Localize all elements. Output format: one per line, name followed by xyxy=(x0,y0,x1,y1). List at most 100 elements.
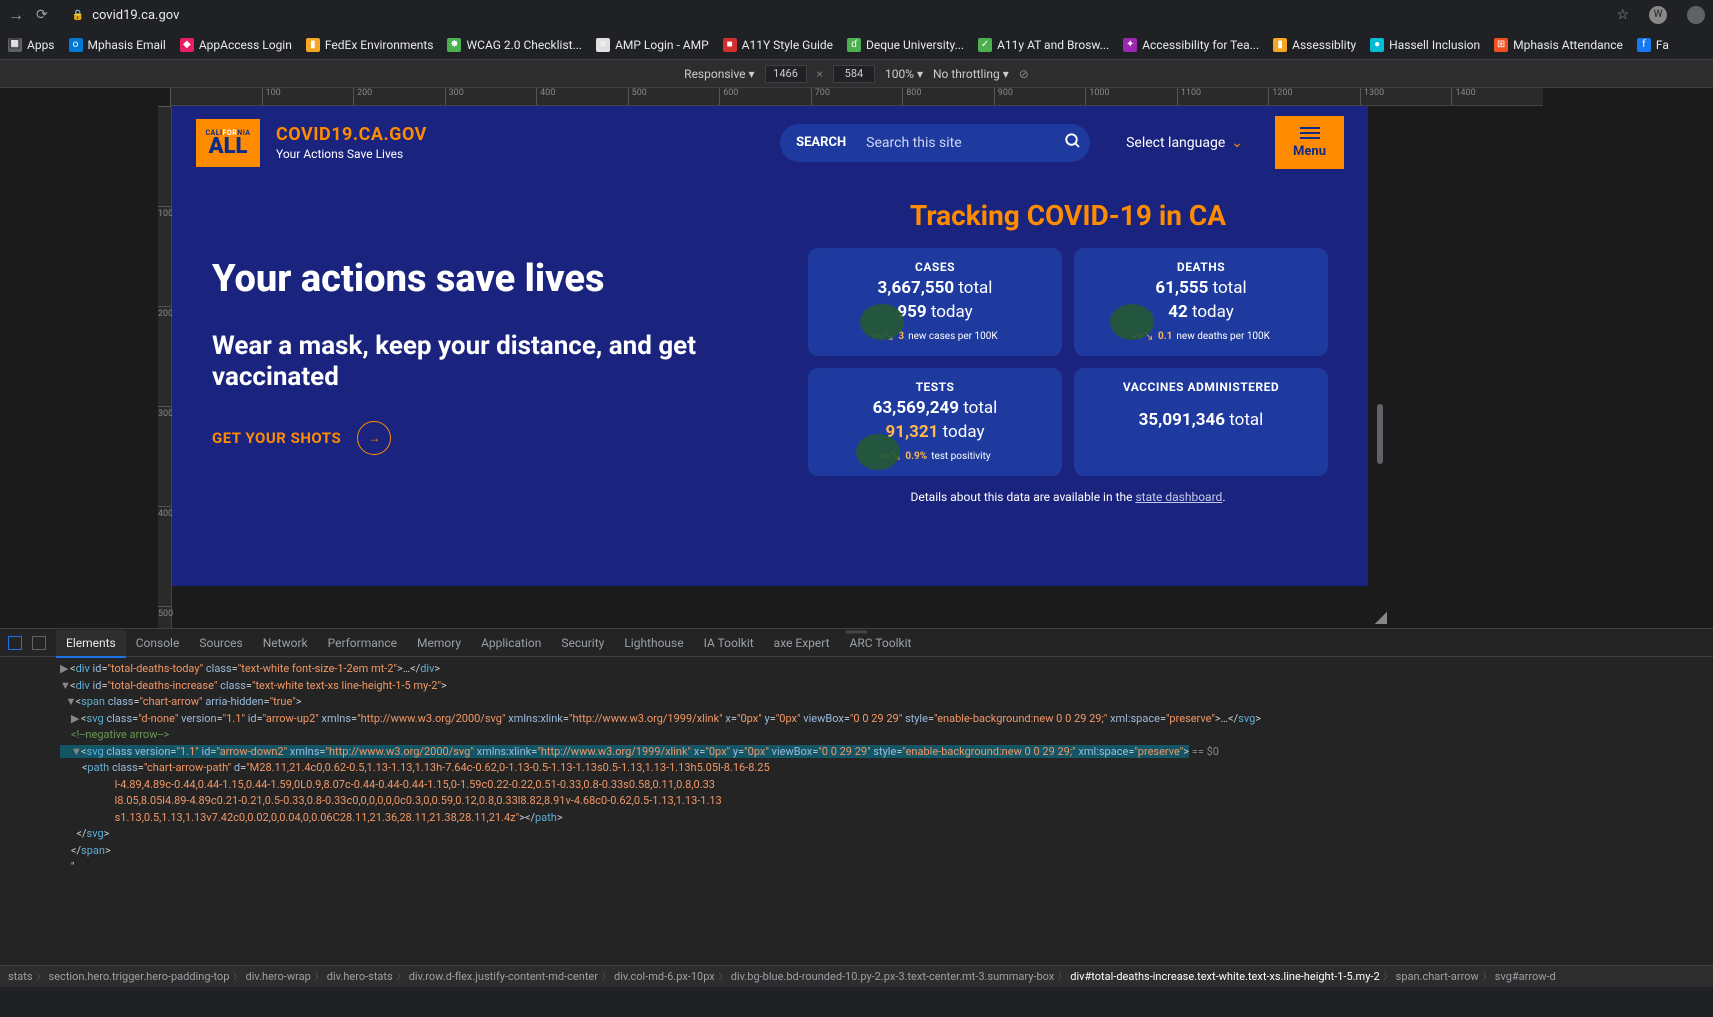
bookmark-item[interactable]: ✸WCAG 2.0 Checklist... xyxy=(447,38,582,52)
bookmark-label: Fa xyxy=(1656,38,1669,52)
bookmark-label: FedEx Environments xyxy=(325,38,434,52)
hero-section: Your actions save lives Wear a mask, kee… xyxy=(172,179,1368,524)
details-line: Details about this data are available in… xyxy=(808,490,1328,504)
site-title[interactable]: COVID19.CA.GOV xyxy=(276,124,427,145)
browser-toolbar: → ⟳ 🔒 covid19.ca.gov ☆ W xyxy=(0,0,1713,30)
bookmark-favicon: ■ xyxy=(723,38,737,52)
annotation-marker xyxy=(1110,304,1154,340)
devtools-device-toolbar: Responsive ▾ × 100% ▾ No throttling ▾ ⊘ xyxy=(0,60,1713,88)
responsive-dropdown[interactable]: Responsive ▾ xyxy=(684,67,754,81)
breadcrumb-item[interactable]: svg#arrow-d xyxy=(1495,970,1556,983)
stat-tests[interactable]: TESTS 63,569,249 total 91,321 today 〰↘0.… xyxy=(808,368,1062,476)
cta-button[interactable]: GET YOUR SHOTS → xyxy=(212,421,778,455)
stat-detail: 〰↘3 new cases per 100K xyxy=(818,328,1052,344)
bookmark-label: Deque University... xyxy=(866,38,964,52)
bookmark-item[interactable]: ■A11Y Style Guide xyxy=(723,38,833,52)
zoom-dropdown[interactable]: 100% ▾ xyxy=(885,67,923,81)
panel-splitter[interactable]: ═══ xyxy=(846,627,867,638)
breadcrumb-item[interactable]: div.hero-stats xyxy=(327,970,393,983)
stat-today: 91,321 today xyxy=(818,422,1052,442)
state-dashboard-link[interactable]: state dashboard xyxy=(1135,490,1222,504)
bookmark-item[interactable]: 🔲Apps xyxy=(8,38,55,52)
menu-button[interactable]: Menu xyxy=(1275,116,1344,169)
stat-label: CASES xyxy=(818,260,1052,274)
bookmarks-bar: 🔲Apps oMphasis Email ◆AppAccess Login ▮ FedE… xyxy=(0,30,1713,60)
bookmark-label: Mphasis Email xyxy=(88,38,166,52)
breadcrumb-item[interactable]: stats xyxy=(8,970,33,983)
devtools-tab[interactable]: Sources xyxy=(189,630,252,656)
bookmark-item[interactable]: ▮ FedEx Environments xyxy=(306,38,434,52)
site-title-block: COVID19.CA.GOV Your Actions Save Lives xyxy=(276,124,427,161)
breadcrumb-item[interactable]: div.row.d-flex.justify-content-md-center xyxy=(409,970,598,983)
bookmark-item[interactable]: ≡AMP Login - AMP xyxy=(596,38,709,52)
california-logo[interactable]: CALIFORNIA ALL xyxy=(196,119,260,167)
bookmark-item[interactable]: fFa xyxy=(1637,38,1669,52)
search-icon[interactable] xyxy=(1064,132,1082,154)
bookmark-star-icon[interactable]: ☆ xyxy=(1616,7,1629,23)
search-input[interactable] xyxy=(866,135,1044,151)
bookmark-item[interactable]: ▮Assessiblity xyxy=(1273,38,1356,52)
language-selector[interactable]: Select language ⌄ xyxy=(1126,135,1243,151)
hero-left: Your actions save lives Wear a mask, kee… xyxy=(212,199,778,504)
url-text: covid19.ca.gov xyxy=(92,8,179,23)
bookmark-favicon: ✦ xyxy=(1123,38,1137,52)
reload-button[interactable]: ⟳ xyxy=(36,7,48,23)
stat-label: TESTS xyxy=(818,380,1052,394)
stat-detail: 〰↘0.9% test positivity xyxy=(818,448,1052,464)
dim-separator: × xyxy=(817,67,823,81)
stat-total: 61,555 total xyxy=(1084,278,1318,298)
bookmark-favicon: ▮ xyxy=(306,38,320,52)
device-mode-icon[interactable] xyxy=(32,636,46,650)
stat-vaccines[interactable]: VACCINES ADMINISTERED 35,091,346 total xyxy=(1074,368,1328,476)
address-bar[interactable]: 🔒 covid19.ca.gov xyxy=(60,8,1605,23)
devtools-tab[interactable]: Performance xyxy=(318,630,407,656)
stat-total: 63,569,249 total xyxy=(818,398,1052,418)
bookmark-item[interactable]: ⊞Mphasis Attendance xyxy=(1494,38,1623,52)
menu-label: Menu xyxy=(1293,144,1326,159)
bookmark-favicon: ≡ xyxy=(596,38,610,52)
devtools-tab[interactable]: Memory xyxy=(407,630,471,656)
rotate-icon[interactable]: ⊘ xyxy=(1019,67,1029,81)
elements-breadcrumb[interactable]: stats〉section.hero.trigger.hero-padding-… xyxy=(0,965,1713,987)
devtools-tab[interactable]: Lighthouse xyxy=(614,630,693,656)
stat-deaths[interactable]: DEATHS 61,555 total 42 today 〰↘0.1 new d… xyxy=(1074,248,1328,356)
viewport-container: 1002003004005006007008009001000110012001… xyxy=(0,88,1713,628)
hero-heading: Your actions save lives xyxy=(212,259,778,301)
breadcrumb-item[interactable]: span.chart-arrow xyxy=(1396,970,1479,983)
stat-total: 3,667,550 total xyxy=(818,278,1052,298)
devtools-tab[interactable]: IA Toolkit xyxy=(694,630,764,656)
profile-icon[interactable] xyxy=(1687,6,1705,24)
bookmark-item[interactable]: ◆AppAccess Login xyxy=(180,38,292,52)
throttle-dropdown[interactable]: No throttling ▾ xyxy=(933,67,1009,81)
devtools-tab[interactable]: Network xyxy=(253,630,318,656)
breadcrumb-item[interactable]: div.bg-blue.bd-rounded-10.py-2.px-3.text… xyxy=(731,970,1055,983)
viewport-height-input[interactable] xyxy=(833,65,875,83)
bookmark-item[interactable]: ✦Accessibility for Tea... xyxy=(1123,38,1259,52)
annotation-marker xyxy=(856,434,900,470)
search-bar[interactable]: SEARCH xyxy=(780,124,1090,162)
devtools-tab[interactable]: Security xyxy=(551,630,614,656)
breadcrumb-item[interactable]: section.hero.trigger.hero-padding-top xyxy=(49,970,230,983)
bookmark-item[interactable]: oMphasis Email xyxy=(69,38,166,52)
breadcrumb-item[interactable]: div.hero-wrap xyxy=(245,970,310,983)
bookmark-item[interactable]: ɗDeque University... xyxy=(847,38,964,52)
stat-label: DEATHS xyxy=(1084,260,1318,274)
viewport-width-input[interactable] xyxy=(765,65,807,83)
inspect-icon[interactable] xyxy=(8,636,22,650)
devtools-tab[interactable]: Elements xyxy=(56,630,126,658)
devtools-panel: ElementsConsoleSourcesNetworkPerformance… xyxy=(0,628,1713,987)
bookmark-item[interactable]: ● Hassell Inclusion xyxy=(1370,38,1480,52)
scrollbar-thumb[interactable] xyxy=(1377,404,1383,464)
bookmark-favicon: ● xyxy=(1370,38,1384,52)
stat-cases[interactable]: CASES 3,667,550 total 959 today 〰↘3 new … xyxy=(808,248,1062,356)
devtools-tab[interactable]: Application xyxy=(471,630,551,656)
bookmark-item[interactable]: ✓A11y AT and Brosw... xyxy=(978,38,1109,52)
devtools-tab[interactable]: axe Expert xyxy=(764,630,840,656)
breadcrumb-item[interactable]: div.col-md-6.px-10px xyxy=(614,970,715,983)
forward-button[interactable]: → xyxy=(8,5,24,25)
breadcrumb-item[interactable]: div#total-deaths-increase.text-white.tex… xyxy=(1070,970,1379,983)
resize-handle-icon[interactable]: ◢ xyxy=(1375,607,1387,626)
bookmark-label: Hassell Inclusion xyxy=(1389,38,1480,52)
extension-icon[interactable]: W xyxy=(1649,6,1667,24)
elements-tree[interactable]: ▶<div id="total-deaths-today" class="tex… xyxy=(0,657,1713,965)
